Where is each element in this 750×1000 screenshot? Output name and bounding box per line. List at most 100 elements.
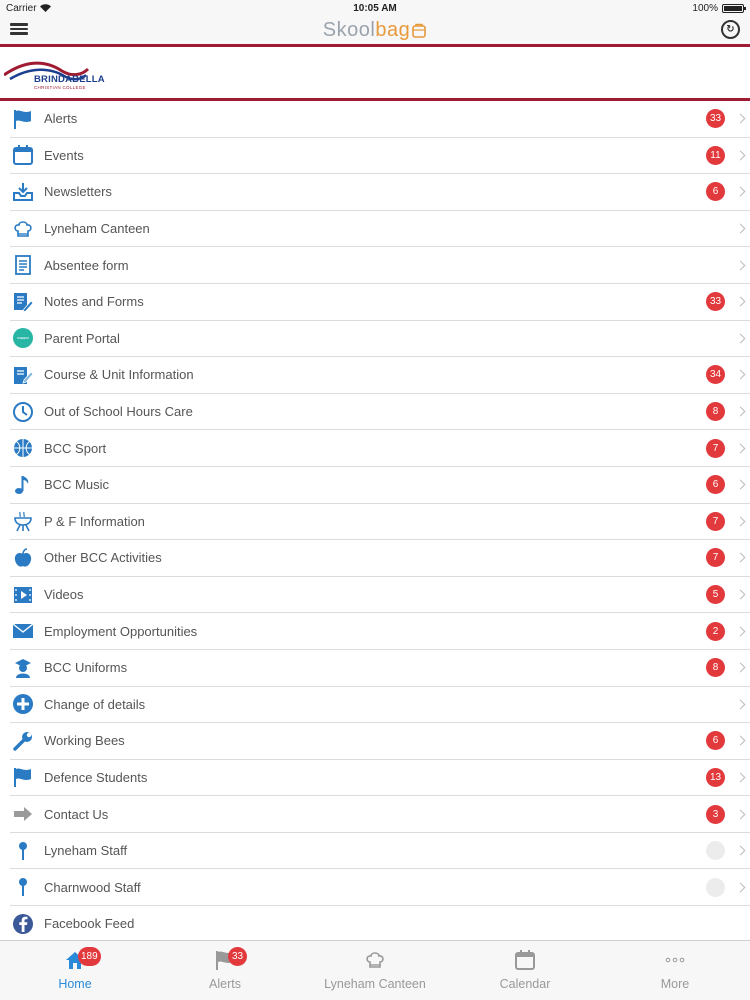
status-time: 10:05 AM [353,2,397,14]
carrier-label: Carrier [6,2,37,14]
wifi-icon [39,4,51,12]
app-logo-main: Skool [322,18,376,41]
menu-item-parent-portal[interactable]: ··· Parent Portal [10,321,750,358]
count-badge: 34 [706,365,725,385]
pin-icon [12,840,34,862]
menu-item-label: Course & Unit Information [44,367,194,383]
count-badge [706,841,725,861]
menu-item-label: P & F Information [44,513,145,529]
chevron-right-icon [735,260,746,271]
arrow-right-icon [12,803,34,825]
menu-item-label: Alerts [44,111,78,127]
more-dots-icon [663,948,687,972]
student-icon [12,657,34,679]
menu-item-notes-and-forms[interactable]: Notes and Forms 33 [10,284,750,321]
tab-lyneham-canteen[interactable]: Lyneham Canteen [300,941,450,1000]
facebook-icon [12,913,34,935]
document-icon [12,254,34,276]
flag-icon [12,108,34,130]
chevron-right-icon [735,589,746,600]
school-banner: BRINDABELLA CHRISTIAN COLLEGE [0,44,750,101]
menu-item-label: BCC Music [44,477,110,493]
tab-calendar[interactable]: Calendar [450,941,600,1000]
tab-label: Home [58,977,92,991]
plus-circle-icon [12,693,34,715]
menu-item-employment-opportunities[interactable]: Employment Opportunities 2 [10,613,750,650]
sync-icon[interactable]: ↻ [721,20,740,39]
menu-item-bcc-music[interactable]: BCC Music 6 [10,467,750,504]
menu-item-label: BCC Sport [44,440,107,456]
video-icon [12,584,34,606]
menu-item-label: Defence Students [44,769,148,785]
tab-label: Calendar [499,977,551,991]
tab-label: More [660,977,690,991]
svg-text:···: ··· [21,337,26,343]
chevron-right-icon [735,699,746,710]
tab-count-badge: 33 [228,947,247,966]
count-badge: 8 [706,402,725,422]
menu-item-other-bcc-activities[interactable]: Other BCC Activities 7 [10,540,750,577]
menu-item-defence-students[interactable]: Defence Students 13 [10,760,750,797]
menu-item-absentee-form[interactable]: Absentee form [10,247,750,284]
menu-item-working-bees[interactable]: Working Bees 6 [10,723,750,760]
tab-more[interactable]: More [600,941,750,1000]
menu-item-label: Newsletters [44,184,112,200]
school-subtitle: CHRISTIAN COLLEGE [34,85,86,90]
clock-icon [12,401,34,423]
chevron-right-icon [735,187,746,197]
chevron-right-icon [735,370,746,380]
chevron-right-icon [735,479,746,490]
hamburger-menu-icon[interactable] [10,20,28,38]
count-badge: 7 [706,511,725,531]
chevron-right-icon [735,296,746,307]
menu-item-videos[interactable]: Videos 5 [10,577,750,614]
count-badge: 7 [706,438,725,458]
menu-item-change-of-details[interactable]: Change of details [10,687,750,724]
menu-item-course-unit-information[interactable]: Course & Unit Information 34 [10,357,750,394]
chevron-right-icon [735,443,746,454]
menu-item-charnwood-staff[interactable]: Charnwood Staff [10,869,750,907]
chevron-right-icon [735,662,746,673]
menu-item-facebook-feed[interactable]: Facebook Feed [10,906,750,943]
battery-percent: 100% [692,2,718,14]
tab-bar: Home 189 Alerts 33 Lyneham Canteen Calendar Mo… [0,940,750,1000]
menu-item-contact-us[interactable]: Contact Us 3 [10,796,750,833]
count-badge: 5 [706,585,725,605]
menu-item-p-f-information[interactable]: P & F Information 7 [10,504,750,541]
menu-item-newsletters[interactable]: Newsletters 6 [10,174,750,211]
chevron-right-icon [735,626,746,637]
apple-icon [12,547,34,569]
menu-item-bcc-sport[interactable]: BCC Sport 7 [10,430,750,467]
menu-item-lyneham-staff[interactable]: Lyneham Staff [10,833,750,870]
notes-pencil-icon [12,291,34,313]
menu-item-lyneham-canteen[interactable]: Lyneham Canteen [10,211,750,248]
menu-item-events[interactable]: Events 11 [10,138,750,175]
count-badge: 6 [706,182,725,202]
tab-label: Alerts [209,977,241,991]
menu-item-label: Notes and Forms [44,294,144,310]
calendar-icon [513,948,537,972]
menu-item-alerts[interactable]: Alerts 33 [10,101,750,138]
chevron-right-icon [735,735,746,746]
count-badge: 7 [706,548,725,568]
count-badge: 33 [706,109,725,129]
menu-item-label: Out of School Hours Care [44,404,193,420]
menu-item-label: Charnwood Staff [44,879,141,895]
menu-item-bcc-uniforms[interactable]: BCC Uniforms 8 [10,650,750,687]
tab-alerts[interactable]: Alerts 33 [150,941,300,1000]
chef-hat-icon [12,218,34,240]
chevron-right-icon [735,882,746,893]
inbox-download-icon [12,181,34,203]
pin-icon [12,876,34,898]
music-note-icon [12,474,34,496]
chevron-right-icon [735,552,746,563]
chevron-right-icon [735,809,746,820]
tab-count-badge: 189 [78,947,101,966]
menu-item-out-of-school-hours-care[interactable]: Out of School Hours Care 8 [10,394,750,431]
app-logo-accent: bag [375,18,411,41]
chevron-right-icon [735,333,746,344]
menu-item-label: Parent Portal [44,330,120,346]
count-badge: 11 [706,145,725,165]
menu-item-label: BCC Uniforms [44,660,128,676]
tab-home[interactable]: Home 189 [0,941,150,1000]
